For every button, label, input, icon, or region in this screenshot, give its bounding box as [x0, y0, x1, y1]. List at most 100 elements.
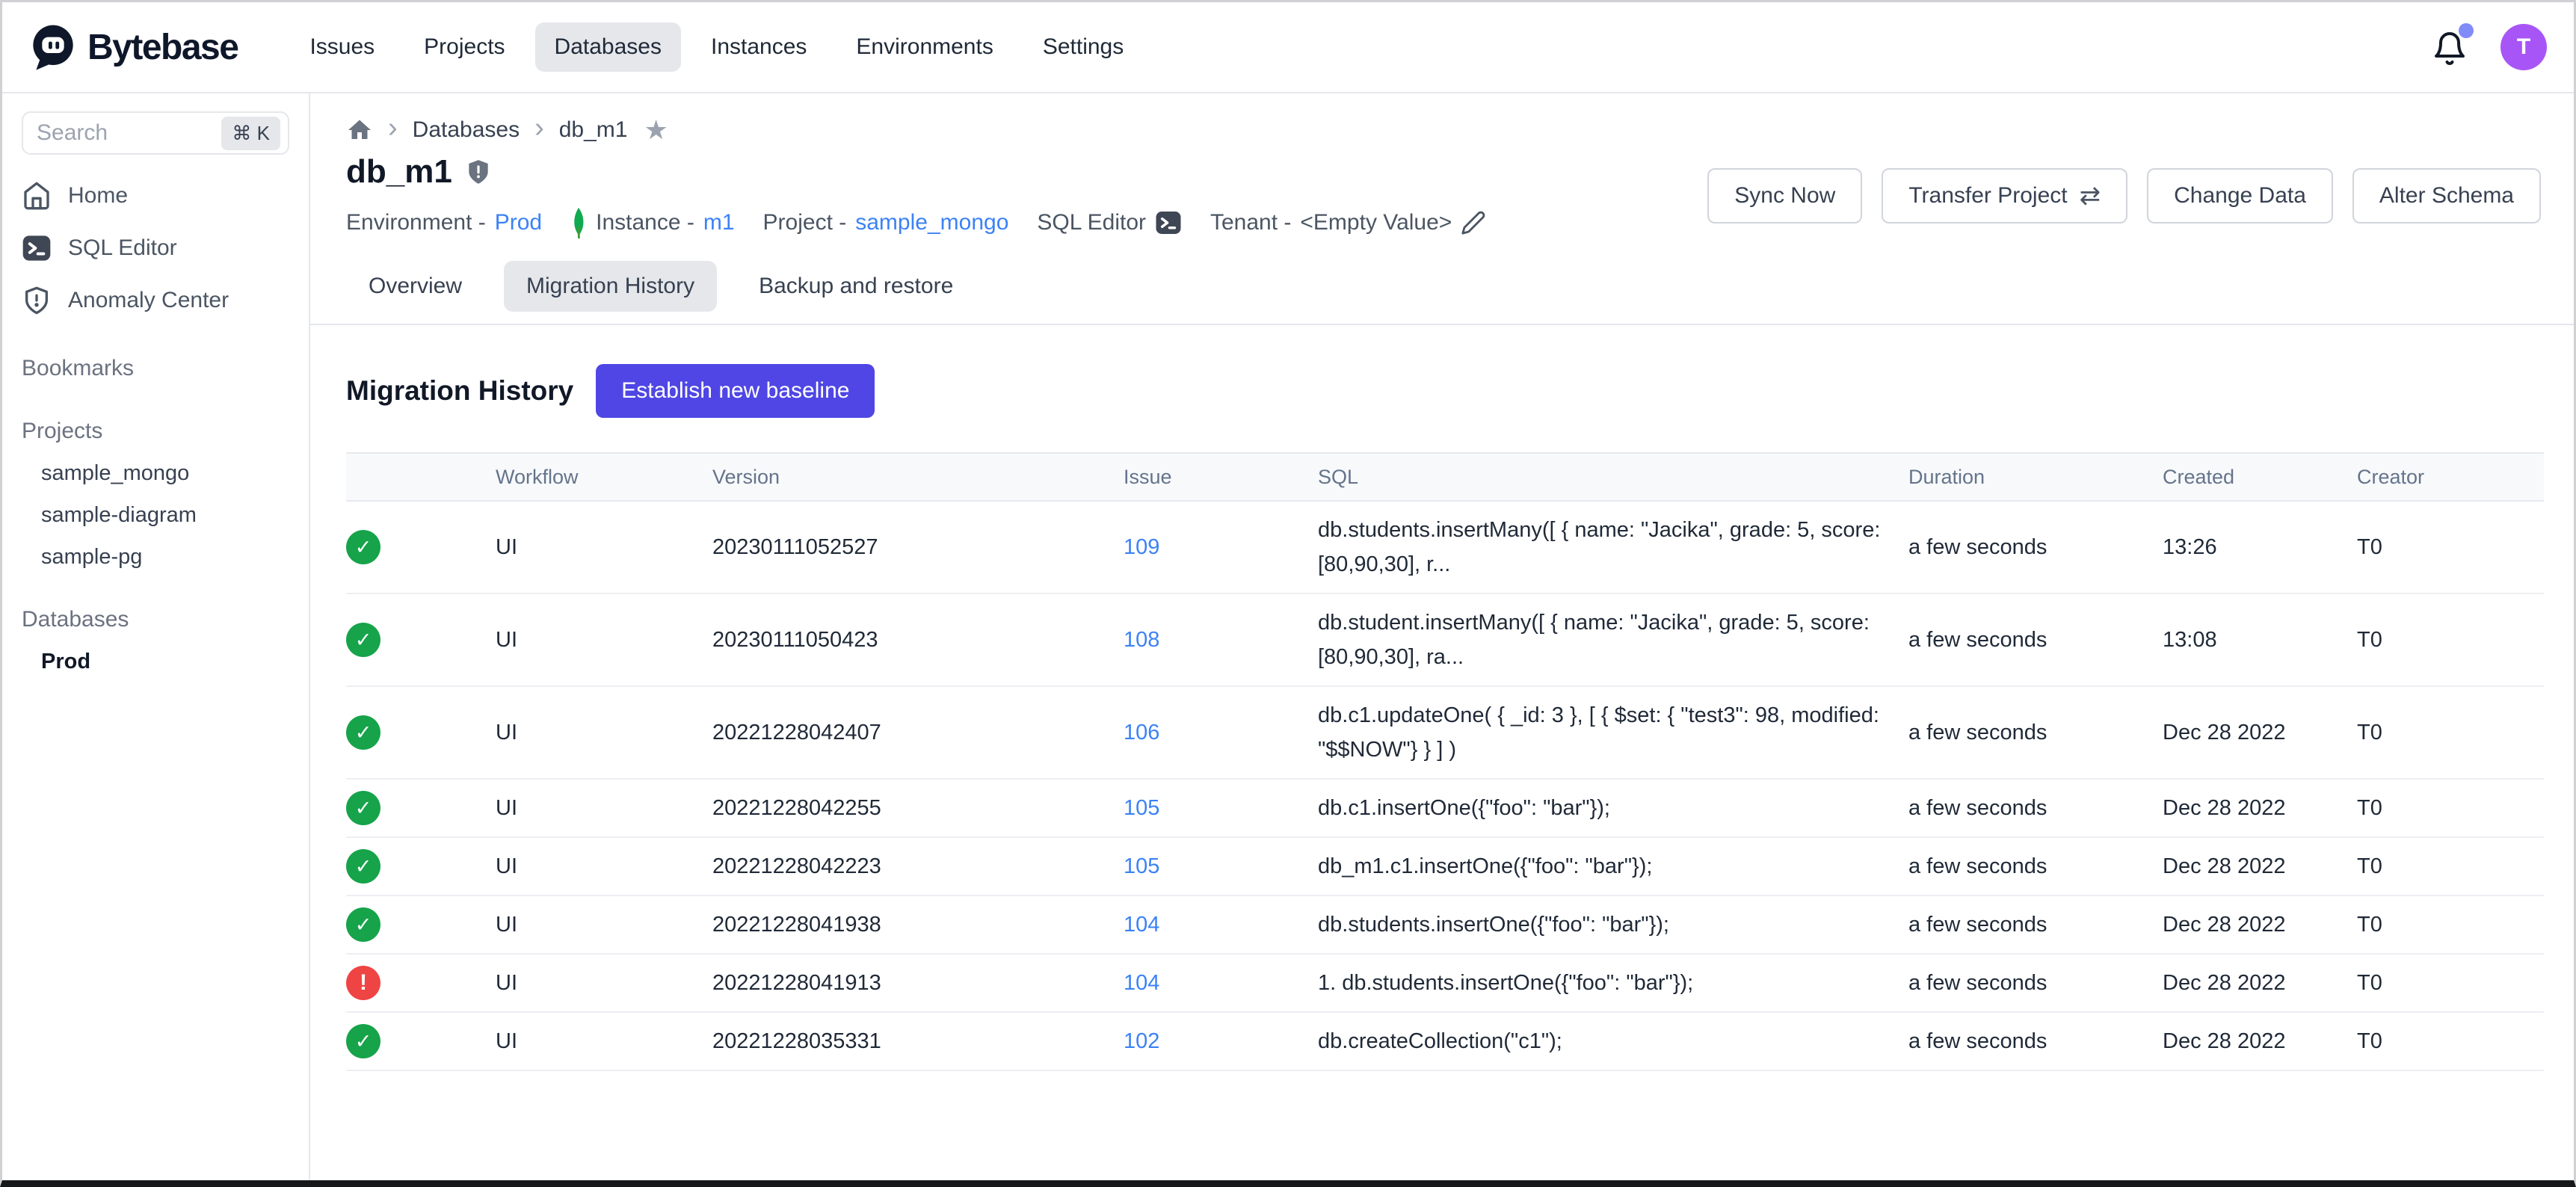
- column-workflow: Workflow: [496, 453, 712, 501]
- version-cell: 20221228041913: [712, 954, 1124, 1012]
- duration-cell: a few seconds: [1908, 501, 2163, 594]
- search-box: ⌘ K: [22, 111, 289, 155]
- status-icon: [346, 791, 380, 825]
- table-row[interactable]: UI 20230111052527 109 db.students.insert…: [346, 501, 2544, 594]
- version-cell: 20221228042255: [712, 779, 1124, 837]
- tab-migration-history[interactable]: Migration History: [504, 261, 717, 312]
- duration-cell: a few seconds: [1908, 594, 2163, 686]
- version-cell: 20230111050423: [712, 594, 1124, 686]
- issue-link[interactable]: 104: [1124, 971, 1159, 995]
- breadcrumb-home-icon[interactable]: [346, 117, 373, 144]
- workflow-cell: UI: [496, 895, 712, 954]
- notification-bell-icon[interactable]: [2432, 28, 2468, 67]
- table-row[interactable]: UI 20221228042407 106 db.c1.updateOne( {…: [346, 686, 2544, 779]
- tab-overview[interactable]: Overview: [346, 261, 484, 312]
- sql-cell: db_m1.c1.insertOne({"foo": "bar"});: [1318, 837, 1908, 895]
- workflow-cell: UI: [496, 779, 712, 837]
- sidebar-project-sample-mongo[interactable]: sample_mongo: [2, 452, 309, 494]
- column-issue: Issue: [1124, 453, 1318, 501]
- breadcrumb: › Databases › db_m1 ★: [346, 113, 2541, 147]
- sync-now-button[interactable]: Sync Now: [1707, 168, 1862, 223]
- issue-link[interactable]: 109: [1124, 535, 1159, 559]
- status-icon: [346, 849, 380, 884]
- duration-cell: a few seconds: [1908, 686, 2163, 779]
- status-icon: [346, 907, 380, 942]
- environment-link[interactable]: Prod: [495, 210, 542, 235]
- nav-item-issues[interactable]: Issues: [290, 22, 394, 72]
- issue-link[interactable]: 108: [1124, 628, 1159, 652]
- sidebar-section-projects: Projects: [2, 410, 309, 452]
- alter-schema-button[interactable]: Alter Schema: [2352, 168, 2541, 223]
- edit-pencil-icon[interactable]: [1461, 210, 1486, 235]
- sidebar-project-sample-diagram[interactable]: sample-diagram: [2, 494, 309, 536]
- column-sql: SQL: [1318, 453, 1908, 501]
- meta-sql-editor[interactable]: SQL Editor: [1037, 209, 1182, 236]
- sidebar-item-home[interactable]: Home: [2, 170, 309, 222]
- table-header-row: Workflow Version Issue SQL Duration Crea…: [346, 453, 2544, 501]
- nav-item-instances[interactable]: Instances: [691, 22, 826, 72]
- nav-item-databases[interactable]: Databases: [535, 22, 681, 72]
- transfer-project-button[interactable]: Transfer Project ⇄: [1882, 168, 2127, 223]
- created-cell: 13:08: [2163, 594, 2357, 686]
- bytebase-logo-icon: [29, 23, 77, 71]
- sql-cell: db.c1.insertOne({"foo": "bar"});: [1318, 779, 1908, 837]
- table-row[interactable]: UI 20221228041913 104 1. db.students.ins…: [346, 954, 2544, 1012]
- duration-cell: a few seconds: [1908, 954, 2163, 1012]
- issue-link[interactable]: 106: [1124, 721, 1159, 744]
- breadcrumb-databases[interactable]: Databases: [413, 117, 520, 143]
- tab-backup-and-restore[interactable]: Backup and restore: [736, 261, 976, 312]
- establish-baseline-button[interactable]: Establish new baseline: [596, 364, 875, 418]
- sidebar-item-anomaly-center[interactable]: Anomaly Center: [2, 274, 309, 327]
- nav-item-settings[interactable]: Settings: [1023, 22, 1143, 72]
- table-row[interactable]: UI 20221228035331 102 db.createCollectio…: [346, 1012, 2544, 1070]
- workflow-cell: UI: [496, 686, 712, 779]
- table-row[interactable]: UI 20221228041938 104 db.students.insert…: [346, 895, 2544, 954]
- sidebar-section-databases: Databases: [2, 599, 309, 641]
- table-row[interactable]: UI 20221228042223 105 db_m1.c1.insertOne…: [346, 837, 2544, 895]
- issue-link[interactable]: 104: [1124, 913, 1159, 937]
- top-nav-links: Issues Projects Databases Instances Envi…: [290, 22, 1143, 72]
- bookmark-star-icon[interactable]: ★: [644, 114, 668, 146]
- workflow-cell: UI: [496, 594, 712, 686]
- creator-cell: T0: [2357, 686, 2544, 779]
- user-avatar[interactable]: T: [2500, 24, 2547, 70]
- sidebar-item-label: Home: [68, 183, 128, 209]
- shield-alert-icon: [22, 286, 52, 315]
- version-cell: 20221228042223: [712, 837, 1124, 895]
- workflow-cell: UI: [496, 954, 712, 1012]
- sidebar-project-sample-pg[interactable]: sample-pg: [2, 536, 309, 578]
- status-icon: [346, 530, 380, 564]
- status-icon: [346, 623, 380, 657]
- nav-item-projects[interactable]: Projects: [404, 22, 524, 72]
- notification-badge: [2459, 23, 2474, 38]
- database-meta-row: Environment - Prod Insta: [346, 207, 1486, 238]
- meta-project: Project - sample_mongo: [763, 210, 1009, 235]
- issue-link[interactable]: 105: [1124, 854, 1159, 878]
- database-tabs: Overview Migration History Backup and re…: [310, 238, 2574, 325]
- search-input[interactable]: [37, 120, 214, 146]
- change-data-button[interactable]: Change Data: [2147, 168, 2333, 223]
- column-created: Created: [2163, 453, 2357, 501]
- terminal-icon: [1155, 209, 1182, 236]
- duration-cell: a few seconds: [1908, 1012, 2163, 1070]
- mongodb-leaf-icon: [570, 207, 587, 238]
- instance-link[interactable]: m1: [703, 210, 735, 235]
- created-cell: Dec 28 2022: [2163, 686, 2357, 779]
- breadcrumb-current: db_m1: [559, 117, 628, 143]
- duration-cell: a few seconds: [1908, 837, 2163, 895]
- table-row[interactable]: UI 20230111050423 108 db.student.insertM…: [346, 594, 2544, 686]
- sidebar-menu: Home SQL Editor: [2, 170, 309, 327]
- nav-item-environments[interactable]: Environments: [836, 22, 1012, 72]
- sidebar-item-sql-editor[interactable]: SQL Editor: [2, 222, 309, 274]
- issue-link[interactable]: 105: [1124, 796, 1159, 820]
- bytebase-logo[interactable]: Bytebase: [29, 23, 238, 71]
- issue-link[interactable]: 102: [1124, 1029, 1159, 1053]
- column-duration: Duration: [1908, 453, 2163, 501]
- created-cell: Dec 28 2022: [2163, 954, 2357, 1012]
- left-sidebar: ⌘ K Home: [2, 93, 310, 1180]
- project-link[interactable]: sample_mongo: [855, 210, 1008, 235]
- sidebar-database-prod[interactable]: Prod: [2, 641, 309, 682]
- page-title: db_m1: [346, 153, 452, 191]
- table-row[interactable]: UI 20221228042255 105 db.c1.insertOne({"…: [346, 779, 2544, 837]
- sql-cell: db.c1.updateOne( { _id: 3 }, [ { $set: {…: [1318, 686, 1908, 779]
